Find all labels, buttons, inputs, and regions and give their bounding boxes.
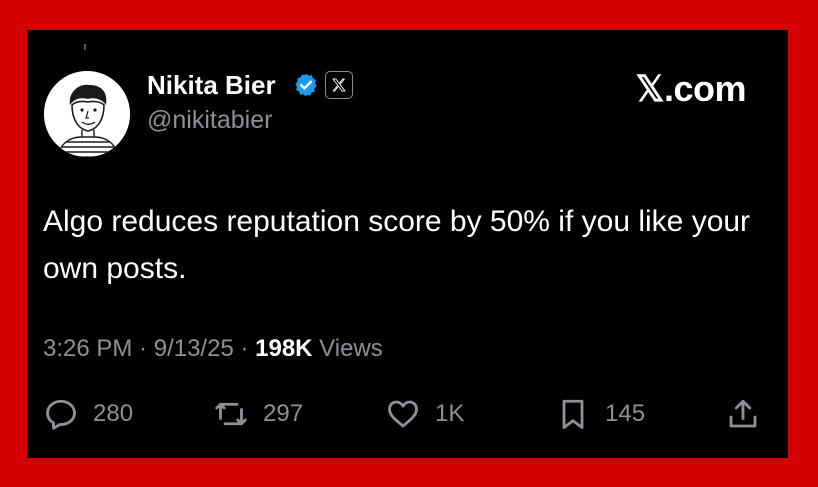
bookmark-count: 145 bbox=[605, 400, 646, 427]
heart-icon bbox=[388, 400, 418, 428]
tweet-meta: 3:26 PM · 9/13/25 · 198K Views bbox=[43, 335, 383, 363]
meta-separator: · bbox=[233, 335, 256, 362]
views-count: 198K bbox=[255, 335, 313, 362]
like-count: 1K bbox=[435, 400, 465, 427]
meta-separator: · bbox=[132, 335, 154, 362]
bookmark-button[interactable]: 145 bbox=[555, 394, 645, 434]
share-button[interactable] bbox=[725, 394, 761, 434]
user-name[interactable]: Nikita Bier bbox=[147, 70, 276, 101]
verified-badge-icon bbox=[295, 73, 317, 97]
tweet-text: Algo reduces reputation score by 50% if … bbox=[43, 205, 751, 285]
bookmark-icon bbox=[562, 399, 584, 429]
action-bar: 280 297 1K 145 bbox=[27, 394, 788, 434]
share-icon bbox=[729, 399, 757, 428]
avatar-illustration-icon bbox=[44, 71, 130, 157]
like-button[interactable]: 1K bbox=[385, 394, 464, 434]
tweet-card: Nikita Bier @nikitabier 𝕏.com Algo reduc… bbox=[27, 30, 788, 458]
brand-logo: 𝕏.com bbox=[635, 68, 746, 109]
repost-icon bbox=[215, 402, 247, 426]
repost-count: 297 bbox=[263, 400, 304, 427]
views-label: Views bbox=[312, 335, 383, 362]
reply-icon bbox=[46, 399, 76, 430]
reply-count: 280 bbox=[93, 400, 134, 427]
repost-button[interactable]: 297 bbox=[213, 394, 303, 434]
tweet-date[interactable]: 9/13/25 bbox=[154, 335, 234, 362]
reply-button[interactable]: 280 bbox=[43, 394, 133, 434]
x-logo-icon bbox=[332, 78, 346, 92]
x-affiliate-badge bbox=[325, 71, 353, 99]
divider bbox=[84, 44, 86, 50]
tweet-time[interactable]: 3:26 PM bbox=[43, 335, 132, 362]
user-handle[interactable]: @nikitabier bbox=[147, 106, 272, 135]
avatar[interactable] bbox=[44, 71, 130, 157]
